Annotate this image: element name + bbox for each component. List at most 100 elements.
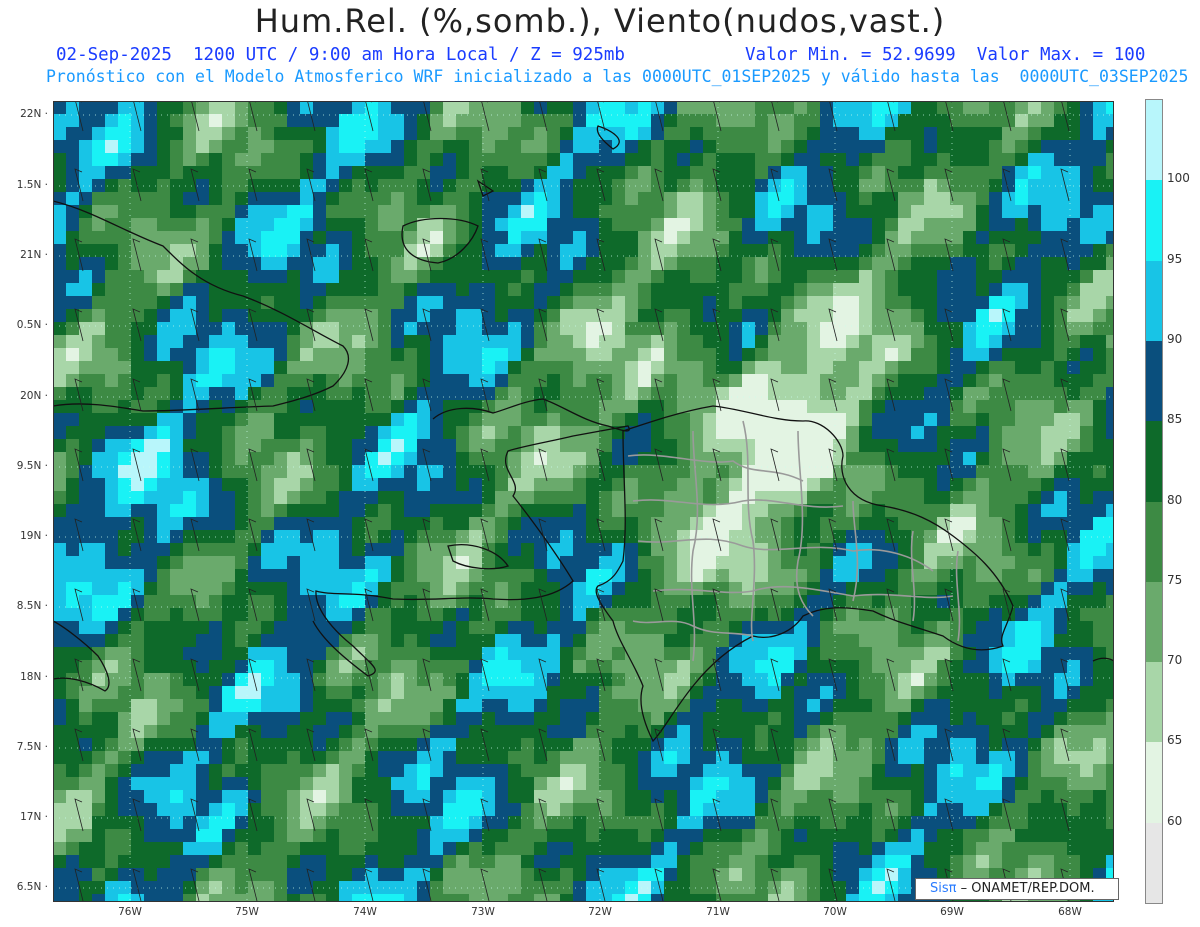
humidity-cell — [196, 348, 210, 362]
humidity-cell — [404, 465, 418, 479]
humidity-cell — [1054, 205, 1068, 219]
humidity-cell — [326, 569, 340, 583]
humidity-cell — [105, 725, 119, 739]
humidity-cell — [638, 647, 652, 661]
humidity-cell — [352, 283, 366, 297]
humidity-cell — [118, 686, 132, 700]
humidity-cell — [430, 803, 444, 817]
humidity-cell — [313, 374, 327, 388]
humidity-cell — [807, 374, 821, 388]
humidity-cell — [924, 829, 938, 843]
humidity-cell — [703, 608, 717, 622]
humidity-cell — [898, 270, 912, 284]
humidity-cell — [690, 270, 704, 284]
humidity-cell — [976, 218, 990, 232]
humidity-cell — [1028, 712, 1042, 726]
humidity-cell — [326, 179, 340, 193]
humidity-cell — [924, 725, 938, 739]
humidity-cell — [1002, 647, 1016, 661]
humidity-cell — [963, 725, 977, 739]
humidity-cell — [898, 790, 912, 804]
humidity-cell — [638, 348, 652, 362]
humidity-cell — [820, 504, 834, 518]
humidity-cell — [781, 114, 795, 128]
humidity-cell — [287, 517, 301, 531]
humidity-cell — [963, 569, 977, 583]
humidity-cell — [1106, 387, 1114, 401]
humidity-cell — [989, 855, 1003, 869]
humidity-cell — [651, 504, 665, 518]
humidity-cell — [664, 673, 678, 687]
humidity-cell — [326, 855, 340, 869]
humidity-cell — [235, 452, 249, 466]
humidity-cell — [677, 296, 691, 310]
humidity-cell — [157, 374, 171, 388]
humidity-cell — [599, 283, 613, 297]
humidity-cell — [352, 699, 366, 713]
humidity-cell — [742, 387, 756, 401]
humidity-cell — [105, 634, 119, 648]
humidity-cell — [820, 361, 834, 375]
humidity-cell — [989, 153, 1003, 167]
humidity-cell — [1028, 517, 1042, 531]
humidity-cell — [508, 569, 522, 583]
humidity-cell — [1067, 634, 1081, 648]
humidity-cell — [937, 556, 951, 570]
humidity-cell — [794, 855, 808, 869]
humidity-cell — [469, 595, 483, 609]
humidity-cell — [1041, 205, 1055, 219]
humidity-cell — [768, 218, 782, 232]
humidity-cell — [196, 413, 210, 427]
humidity-cell — [755, 569, 769, 583]
humidity-cell — [79, 413, 93, 427]
humidity-cell — [131, 634, 145, 648]
humidity-cell — [976, 426, 990, 440]
humidity-cell — [456, 335, 470, 349]
humidity-cell — [976, 517, 990, 531]
humidity-cell — [924, 283, 938, 297]
humidity-cell — [53, 478, 67, 492]
humidity-cell — [131, 621, 145, 635]
humidity-cell — [495, 569, 509, 583]
humidity-cell — [755, 491, 769, 505]
humidity-cell — [586, 647, 600, 661]
humidity-cell — [963, 712, 977, 726]
humidity-cell — [287, 712, 301, 726]
humidity-cell — [1080, 374, 1094, 388]
humidity-cell — [703, 478, 717, 492]
humidity-cell — [222, 426, 236, 440]
humidity-cell — [53, 452, 67, 466]
humidity-cell — [703, 543, 717, 557]
humidity-cell — [742, 101, 756, 115]
humidity-cell — [170, 244, 184, 258]
humidity-cell — [313, 816, 327, 830]
humidity-cell — [417, 491, 431, 505]
humidity-cell — [352, 517, 366, 531]
humidity-cell — [612, 400, 626, 414]
humidity-cell — [703, 881, 717, 895]
humidity-cell — [53, 335, 67, 349]
humidity-cell — [378, 868, 392, 882]
humidity-cell — [209, 725, 223, 739]
humidity-cell — [573, 270, 587, 284]
humidity-cell — [950, 764, 964, 778]
humidity-cell — [794, 426, 808, 440]
humidity-cell — [625, 348, 639, 362]
humidity-cell — [508, 270, 522, 284]
humidity-cell — [625, 738, 639, 752]
humidity-cell — [222, 439, 236, 453]
humidity-cell — [1080, 803, 1094, 817]
humidity-cell — [508, 829, 522, 843]
humidity-cell — [625, 478, 639, 492]
humidity-cell — [443, 426, 457, 440]
humidity-cell — [976, 400, 990, 414]
humidity-cell — [365, 699, 379, 713]
humidity-cell — [794, 309, 808, 323]
humidity-cell — [1041, 764, 1055, 778]
humidity-cell — [443, 439, 457, 453]
humidity-cell — [92, 257, 106, 271]
humidity-cell — [495, 634, 509, 648]
humidity-cell — [547, 647, 561, 661]
humidity-cell — [1067, 322, 1081, 336]
humidity-cell — [300, 127, 314, 141]
